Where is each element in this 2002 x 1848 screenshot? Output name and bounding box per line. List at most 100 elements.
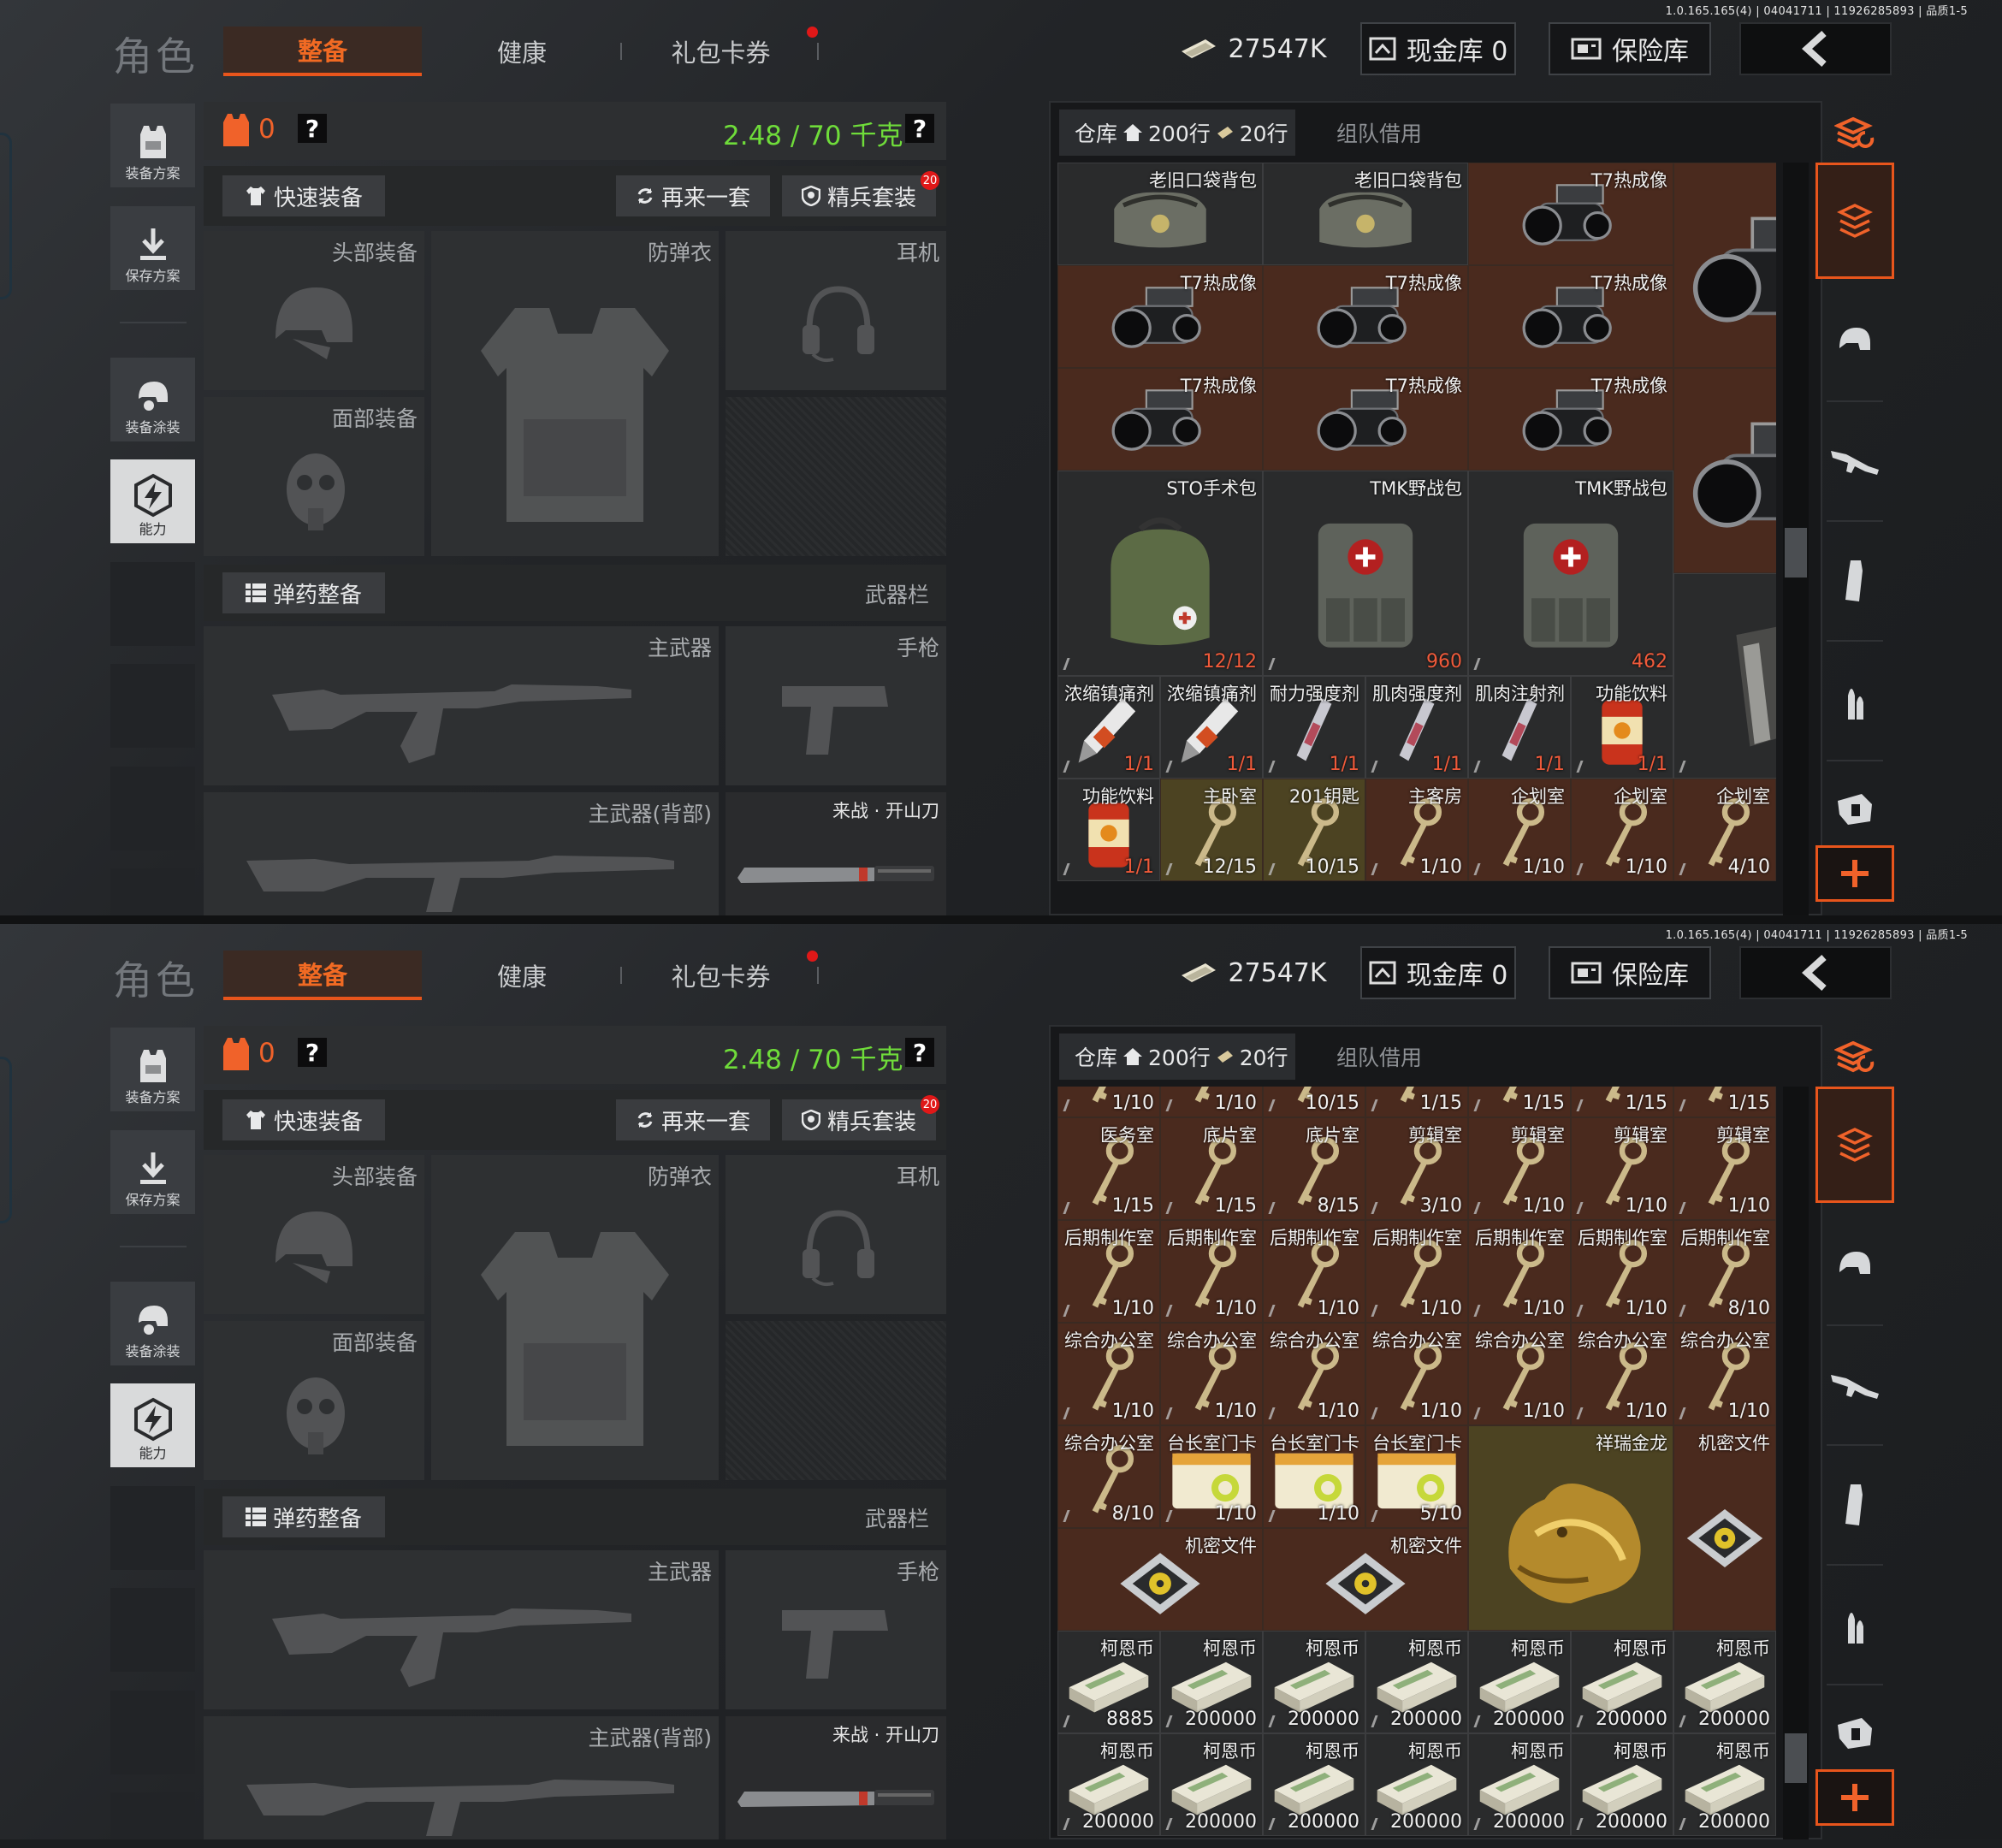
weight-help-button[interactable]: ? [905, 114, 934, 143]
back-button[interactable] [1739, 946, 1892, 999]
inventory-item[interactable]: 祥瑞金龙 [1468, 1425, 1673, 1631]
primary-weapon-slot[interactable]: 主武器 [204, 1550, 719, 1709]
head-slot[interactable]: 头部装备 [204, 231, 424, 390]
inventory-item[interactable]: 功能饮料 1/1 [1057, 779, 1160, 881]
inventory-item[interactable]: 柯恩币 8885 [1057, 1631, 1160, 1733]
tab-health[interactable]: 健康 [462, 27, 582, 76]
left-edge-handle[interactable] [0, 133, 12, 299]
inventory-item[interactable]: 柯恩币 200000 [1673, 1631, 1776, 1733]
tab-gift-coupons[interactable]: 礼包卡券 [659, 951, 783, 1000]
ability-button[interactable]: 能力 [110, 459, 195, 543]
head-slot[interactable]: 头部装备 [204, 1155, 424, 1314]
inventory-item[interactable]: 综合办公室 1/10 [1263, 1323, 1365, 1425]
back-button[interactable] [1739, 22, 1892, 75]
inventory-item[interactable]: 功能饮料 1/1 [1571, 676, 1673, 779]
inventory-item[interactable]: 剪辑室 1/10 [1571, 1117, 1673, 1220]
inventory-item[interactable]: 企划室 1/10 [1468, 779, 1571, 881]
inventory-item[interactable]: 综合办公室 1/10 [1673, 1323, 1776, 1425]
ammo-prep-button[interactable]: 弹药整备 [222, 1496, 385, 1537]
inventory-item[interactable]: 后期制作室 1/10 [1057, 1220, 1160, 1323]
tab-gift-coupons[interactable]: 礼包卡券 [659, 27, 783, 76]
inventory-item[interactable]: T7热成像 [1057, 368, 1263, 471]
inventory-item[interactable]: 机密文件 [1673, 1425, 1776, 1631]
inventory-item[interactable]: 后期制作室 8/10 [1673, 1220, 1776, 1323]
inventory-item[interactable]: 机密文件 [1263, 1528, 1468, 1631]
face-slot[interactable]: 面部装备 [204, 397, 424, 556]
equipment-paint-button[interactable]: 装备涂装 [110, 1282, 195, 1365]
armor-help-button[interactable]: ? [298, 1038, 327, 1067]
inventory-item[interactable]: 后期制作室 1/10 [1160, 1220, 1263, 1323]
loadout-plan-button[interactable]: 装备方案 [110, 104, 195, 187]
inventory-item[interactable]: 后期制作室 1/10 [1571, 1220, 1673, 1323]
inventory-item[interactable]: 台长室门卡 1/10 [1263, 1425, 1365, 1528]
currency-display[interactable]: 27547K [1179, 22, 1328, 75]
inventory-item[interactable]: 耐力强度剂 1/1 [1263, 676, 1365, 779]
inventory-item[interactable]: 综合办公室 1/10 [1057, 1323, 1160, 1425]
inventory-item[interactable]: 机密文件 [1057, 1528, 1263, 1631]
rail-helmet[interactable] [1815, 282, 1894, 400]
inventory-item[interactable]: 浓缩镇痛剂 1/1 [1057, 676, 1160, 779]
tab-storage[interactable]: 仓库 200行 20行 [1059, 1034, 1295, 1080]
inventory-item[interactable]: 主卧室 12/15 [1160, 779, 1263, 881]
inventory-item[interactable]: 综合办公室 1/10 [1365, 1323, 1468, 1425]
quick-equip-button[interactable]: 快速装备 [222, 175, 385, 216]
inventory-item[interactable]: 肌肉注射剂 1/1 [1468, 676, 1571, 779]
inventory-item[interactable]: 底片室 1/15 [1160, 1117, 1263, 1220]
inventory-item[interactable]: 柯恩币 200000 [1365, 1733, 1468, 1836]
weight-help-button[interactable]: ? [905, 1038, 934, 1067]
primary-back-slot[interactable]: 主武器(背部) [204, 1716, 719, 1839]
inventory-item[interactable]: TMK野战包 960 [1263, 471, 1468, 676]
add-storage-button[interactable] [1815, 1769, 1894, 1826]
inventory-item[interactable]: 柯恩币 200000 [1468, 1631, 1571, 1733]
inventory-item[interactable]: 标准手术包4/4 [1673, 573, 1776, 779]
again-button[interactable]: 再来一套 [616, 1099, 770, 1140]
inventory-item[interactable]: 综合办公室 1/10 [1468, 1323, 1571, 1425]
inventory-item[interactable]: 柯恩币 200000 [1571, 1631, 1673, 1733]
inventory-item[interactable]: 老旧口袋背包 [1263, 163, 1468, 265]
inventory-item[interactable]: 10/15 [1263, 1087, 1365, 1117]
tab-health[interactable]: 健康 [462, 951, 582, 1000]
inventory-item[interactable]: 老旧口袋背包 [1057, 163, 1263, 265]
rail-storage[interactable] [1815, 1087, 1894, 1203]
armor-help-button[interactable]: ? [298, 114, 327, 143]
inventory-item[interactable]: 柯恩币 200000 [1160, 1733, 1263, 1836]
inventory-scroll-thumb[interactable] [1785, 528, 1807, 578]
inventory-item[interactable]: 剪辑室 1/10 [1468, 1117, 1571, 1220]
inventory-item[interactable]: 企划室 4/10 [1673, 779, 1776, 881]
inventory-item[interactable]: T7热成像 [1468, 265, 1673, 368]
inventory-item[interactable]: T7热成像 [1468, 163, 1673, 265]
rail-storage[interactable] [1815, 163, 1894, 279]
inventory-item[interactable]: 1/15 [1571, 1087, 1673, 1117]
inventory-item[interactable]: 肌肉强度剂 1/1 [1365, 676, 1468, 779]
inventory-item[interactable]: T7热成像 [1673, 163, 1776, 368]
ammo-prep-button[interactable]: 弹药整备 [222, 572, 385, 613]
inventory-scrollbar[interactable] [1783, 1087, 1809, 1839]
tab-loadout[interactable]: 整备 [223, 951, 422, 1000]
tab-loadout[interactable]: 整备 [223, 27, 422, 76]
inventory-item[interactable]: 剪辑室 3/10 [1365, 1117, 1468, 1220]
safe-button[interactable]: 保险库 [1549, 946, 1711, 999]
ability-button[interactable]: 能力 [110, 1383, 195, 1467]
melee-slot[interactable]: 来战 · 开山刀 [726, 1716, 946, 1839]
inventory-item[interactable]: 201钥匙 10/15 [1263, 779, 1365, 881]
inventory-item[interactable]: T7热成像 [1673, 368, 1776, 573]
inventory-item[interactable]: T7热成像 [1263, 265, 1468, 368]
tab-team-borrow[interactable]: 组队借用 [1302, 1034, 1456, 1080]
inventory-item[interactable]: 1/10 [1160, 1087, 1263, 1117]
inventory-item[interactable]: 1/15 [1468, 1087, 1571, 1117]
inventory-scroll-thumb[interactable] [1785, 1733, 1807, 1784]
inventory-item[interactable]: TMK野战包 462 [1468, 471, 1673, 676]
headset-slot[interactable]: 耳机 [726, 1155, 946, 1314]
quick-equip-button[interactable]: 快速装备 [222, 1099, 385, 1140]
rail-rifle[interactable] [1815, 402, 1894, 520]
cash-vault-button[interactable]: 现金库 0 [1360, 946, 1516, 999]
inventory-item[interactable]: 1/10 [1057, 1087, 1160, 1117]
face-slot[interactable]: 面部装备 [204, 1321, 424, 1480]
equipment-paint-button[interactable]: 装备涂装 [110, 358, 195, 441]
inventory-item[interactable]: 1/15 [1673, 1087, 1776, 1117]
rail-magazine[interactable] [1815, 1446, 1894, 1564]
add-storage-button[interactable] [1815, 845, 1894, 902]
elite-set-button[interactable]: 精兵套装 [782, 1099, 936, 1140]
vest-slot[interactable]: 防弹衣 [431, 231, 719, 556]
tab-storage[interactable]: 仓库 200行 20行 [1059, 110, 1295, 156]
